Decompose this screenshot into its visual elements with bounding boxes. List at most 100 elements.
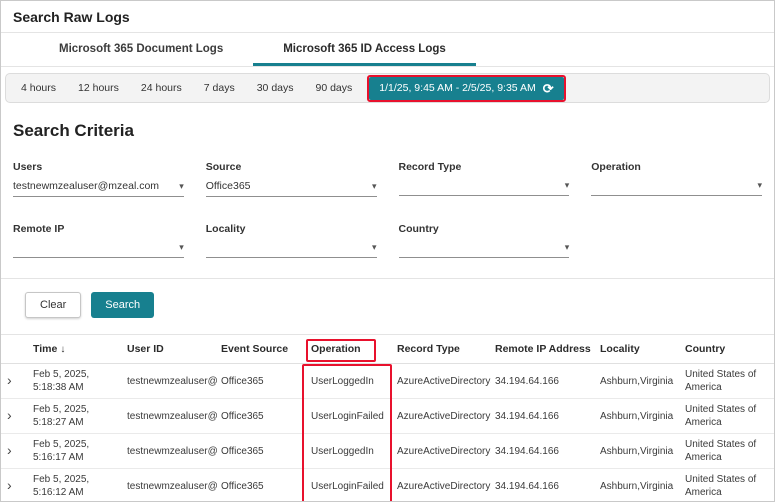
criteria-field-label: Users — [13, 161, 184, 173]
cell-event-source: Office365 — [217, 434, 307, 469]
table-row: › Feb 5, 2025, 5:16:12 AM testnewmzealus… — [1, 469, 775, 502]
table-row: › Feb 5, 2025, 5:18:38 AM testnewmzealus… — [1, 364, 775, 399]
selected-date-range-label: 1/1/25, 9:45 AM - 2/5/25, 9:35 AM — [379, 82, 535, 94]
criteria-field: Operation ▾ — [591, 161, 762, 197]
chevron-down-icon: ▾ — [372, 181, 377, 192]
criteria-field-label: Record Type — [399, 161, 570, 173]
selected-date-range-button[interactable]: 1/1/25, 9:45 AM - 2/5/25, 9:35 AM ⟳ — [369, 77, 563, 100]
criteria-field: Source Office365 ▾ — [206, 161, 377, 197]
column-header-record-type[interactable]: Record Type — [393, 335, 491, 364]
column-header-user-id[interactable]: User ID — [123, 335, 217, 364]
criteria-select-value: testnewmzealuser@mzeal.com — [13, 180, 159, 192]
time-filter-button[interactable]: 4 hours — [10, 78, 67, 98]
cell-operation: UserLoggedIn — [307, 434, 393, 469]
chevron-down-icon: ▾ — [565, 180, 570, 191]
results-table: Time↓ User ID Event Source Operation Rec… — [1, 335, 775, 502]
cell-remote-ip: 34.194.64.166 — [491, 364, 596, 399]
chevron-down-icon: ▾ — [757, 180, 762, 191]
locality-select[interactable]: ▾ — [206, 242, 377, 258]
cell-country: United States of America — [681, 399, 775, 434]
time-filter-button[interactable]: 24 hours — [130, 78, 193, 98]
annotation-date-range: 1/1/25, 9:45 AM - 2/5/25, 9:35 AM ⟳ — [367, 75, 565, 102]
tab-id-access-logs[interactable]: Microsoft 365 ID Access Logs — [253, 33, 476, 66]
criteria-field: Locality ▾ — [206, 223, 377, 258]
cell-event-source: Office365 — [217, 469, 307, 502]
criteria-select-value: Office365 — [206, 180, 251, 192]
cell-locality: Ashburn,Virginia — [596, 469, 681, 502]
tab-document-logs[interactable]: Microsoft 365 Document Logs — [29, 33, 253, 66]
cell-operation: UserLoginFailed — [307, 399, 393, 434]
criteria-field: Country ▾ — [399, 223, 570, 258]
row-expand-chevron-icon[interactable]: › — [5, 478, 14, 492]
chevron-down-icon: ▾ — [372, 242, 377, 253]
table-row: › Feb 5, 2025, 5:16:17 AM testnewmzealus… — [1, 434, 775, 469]
cell-remote-ip: 34.194.64.166 — [491, 434, 596, 469]
column-header-country[interactable]: Country — [681, 335, 775, 364]
search-button[interactable]: Search — [91, 292, 154, 318]
cell-time: Feb 5, 2025, 5:18:27 AM — [29, 399, 123, 434]
criteria-field-label: Country — [399, 223, 570, 235]
criteria-field-label: Operation — [591, 161, 762, 173]
row-expand-chevron-icon[interactable]: › — [5, 408, 14, 422]
users-select[interactable]: testnewmzealuser@mzeal.com ▾ — [13, 180, 184, 197]
search-criteria-section: Search Criteria Users testnewmzealuser@m… — [1, 103, 774, 328]
time-filter-button[interactable]: 90 days — [305, 78, 364, 98]
criteria-field: Remote IP ▾ — [13, 223, 184, 258]
search-criteria-heading: Search Criteria — [13, 121, 762, 141]
cell-locality: Ashburn,Virginia — [596, 364, 681, 399]
cell-time: Feb 5, 2025, 5:16:12 AM — [29, 469, 123, 502]
cell-record-type: AzureActiveDirectoryStsLogon — [393, 469, 491, 502]
cell-remote-ip: 34.194.64.166 — [491, 469, 596, 502]
cell-record-type: AzureActiveDirectoryStsLogon — [393, 364, 491, 399]
chevron-down-icon: ▾ — [179, 242, 184, 253]
column-header-locality[interactable]: Locality — [596, 335, 681, 364]
time-filter-options: 4 hours 12 hours 24 hours 7 days 30 days… — [10, 78, 363, 98]
chevron-down-icon: ▾ — [179, 181, 184, 192]
table-row: › Feb 5, 2025, 5:18:27 AM testnewmzealus… — [1, 399, 775, 434]
cell-operation: UserLoggedIn — [307, 364, 393, 399]
cell-user-id: testnewmzealuser@mzeal.com — [123, 469, 217, 502]
remote-ip-select[interactable]: ▾ — [13, 242, 184, 258]
expand-column-header — [1, 335, 29, 364]
cell-record-type: AzureActiveDirectoryStsLogon — [393, 399, 491, 434]
search-raw-logs-page: Search Raw Logs Microsoft 365 Document L… — [0, 0, 775, 502]
cell-time: Feb 5, 2025, 5:16:17 AM — [29, 434, 123, 469]
cell-country: United States of America — [681, 469, 775, 502]
cell-operation: UserLoginFailed — [307, 469, 393, 502]
time-filter-button[interactable]: 7 days — [193, 78, 246, 98]
column-header-event-source[interactable]: Event Source — [217, 335, 307, 364]
column-header-operation[interactable]: Operation — [307, 335, 393, 364]
record-type-select[interactable]: ▾ — [399, 180, 570, 196]
row-expand-chevron-icon[interactable]: › — [5, 443, 14, 457]
sort-descending-icon: ↓ — [60, 344, 65, 355]
criteria-field-label: Locality — [206, 223, 377, 235]
cell-country: United States of America — [681, 434, 775, 469]
cell-time: Feb 5, 2025, 5:18:38 AM — [29, 364, 123, 399]
cell-country: United States of America — [681, 364, 775, 399]
criteria-field-label: Source — [206, 161, 377, 173]
refresh-icon: ⟳ — [543, 82, 554, 95]
row-expand-chevron-icon[interactable]: › — [5, 373, 14, 387]
operation-select[interactable]: ▾ — [591, 180, 762, 196]
cell-user-id: testnewmzealuser@mzeal.com — [123, 399, 217, 434]
column-header-time[interactable]: Time↓ — [29, 335, 123, 364]
criteria-fields: Users testnewmzealuser@mzeal.com ▾ Sourc… — [13, 161, 762, 258]
criteria-field: Record Type ▾ — [399, 161, 570, 197]
cell-user-id: testnewmzealuser@mzeal.com — [123, 434, 217, 469]
cell-locality: Ashburn,Virginia — [596, 399, 681, 434]
results-table-section: Time↓ User ID Event Source Operation Rec… — [1, 334, 774, 502]
time-filter-button[interactable]: 30 days — [246, 78, 305, 98]
criteria-actions: Clear Search — [13, 279, 762, 328]
criteria-field: Users testnewmzealuser@mzeal.com ▾ — [13, 161, 184, 197]
chevron-down-icon: ▾ — [565, 242, 570, 253]
log-type-tabs: Microsoft 365 Document Logs Microsoft 36… — [1, 33, 774, 67]
time-filter-button[interactable]: 12 hours — [67, 78, 130, 98]
column-header-remote-ip[interactable]: Remote IP Address — [491, 335, 596, 364]
country-select[interactable]: ▾ — [399, 242, 570, 258]
page-title: Search Raw Logs — [1, 1, 774, 33]
clear-button[interactable]: Clear — [25, 292, 81, 318]
criteria-field-label: Remote IP — [13, 223, 184, 235]
source-select[interactable]: Office365 ▾ — [206, 180, 377, 197]
cell-event-source: Office365 — [217, 364, 307, 399]
cell-user-id: testnewmzealuser@mzeal.com — [123, 364, 217, 399]
